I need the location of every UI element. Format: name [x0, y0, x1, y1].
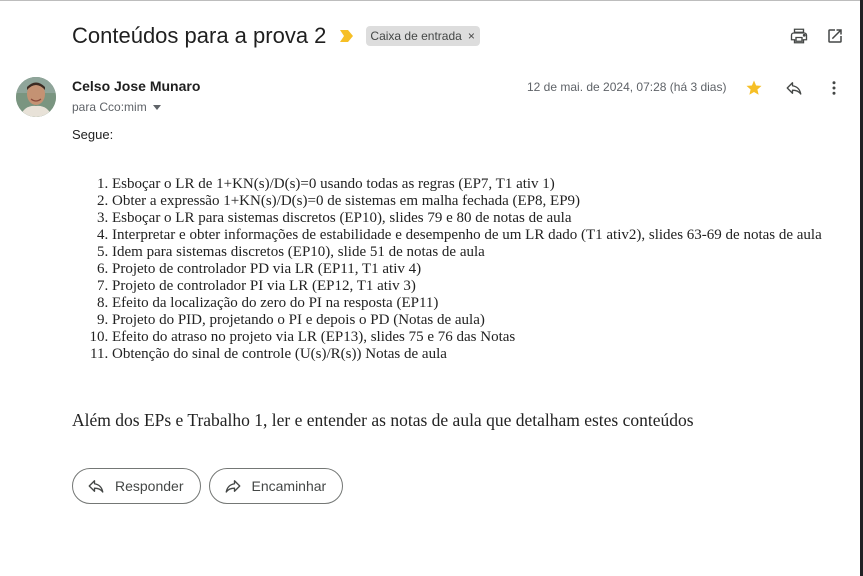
email-subject: Conteúdos para a prova 2 [72, 23, 327, 48]
recipient-text: para Cco:mim [72, 100, 147, 114]
list-item: Interpretar e obter informações de estab… [112, 227, 863, 244]
label-chip[interactable]: Caixa de entrada × [366, 26, 480, 46]
message-date: 12 de mai. de 2024, 07:28 (há 3 dias) [527, 80, 727, 94]
message-closing: Além dos EPs e Trabalho 1, ler e entende… [72, 410, 694, 430]
subject-row: Conteúdos para a prova 2 Caixa de entrad… [72, 20, 480, 52]
list-item: Projeto do PID, projetando o PI e depois… [112, 312, 863, 329]
important-marker-icon[interactable] [340, 29, 354, 43]
reply-button[interactable]: Responder [72, 468, 201, 504]
forward-arrow-icon [224, 476, 244, 496]
list-item: Obtenção do sinal de controle (U(s)/R(s)… [112, 346, 863, 363]
thread-toolbar [775, 24, 847, 48]
star-icon[interactable] [742, 76, 766, 100]
open-in-new-window-icon[interactable] [823, 24, 847, 48]
message-greeting: Segue: [72, 127, 114, 142]
topics-list: Esboçar o LR de 1+KN(s)/D(s)=0 usando to… [72, 176, 863, 363]
reply-arrow-icon [87, 476, 107, 496]
recipient-line: para Cco:mim [72, 100, 161, 114]
label-chip-text: Caixa de entrada [370, 29, 462, 43]
list-item: Esboçar o LR para sistemas discretos (EP… [112, 210, 863, 227]
forward-button[interactable]: Encaminhar [208, 468, 344, 504]
sender-avatar[interactable] [16, 77, 56, 117]
list-item: Projeto de controlador PI via LR (EP12, … [112, 278, 863, 295]
reply-button-label: Responder [115, 478, 184, 494]
list-item: Esboçar o LR de 1+KN(s)/D(s)=0 usando to… [112, 176, 863, 193]
sender-name[interactable]: Celso Jose Munaro [72, 78, 200, 94]
forward-button-label: Encaminhar [251, 478, 327, 494]
more-options-icon[interactable] [822, 76, 846, 100]
remove-label-icon[interactable]: × [468, 29, 475, 43]
list-item: Projeto de controlador PD via LR (EP11, … [112, 261, 863, 278]
show-details-icon[interactable] [152, 104, 161, 110]
list-item: Efeito do atraso no projeto via LR (EP13… [112, 329, 863, 346]
reply-actions: Responder Encaminhar [72, 468, 351, 504]
list-item: Efeito da localização do zero do PI na r… [112, 295, 863, 312]
print-icon[interactable] [787, 24, 811, 48]
reply-icon[interactable] [782, 76, 806, 100]
list-item: Obter a expressão 1+KN(s)/D(s)=0 de sist… [112, 193, 863, 210]
message-actions [742, 76, 862, 100]
list-item: Idem para sistemas discretos (EP10), sli… [112, 244, 863, 261]
top-border [0, 0, 860, 1]
